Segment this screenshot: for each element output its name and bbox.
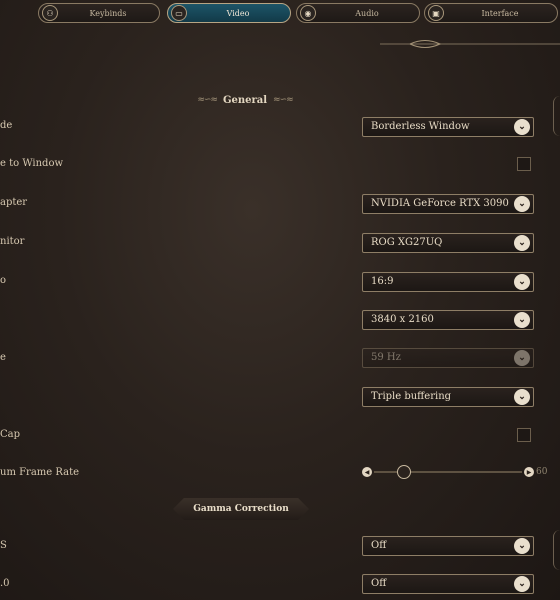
label-aspect: o — [0, 275, 7, 286]
clamp-window-checkbox[interactable] — [517, 157, 531, 171]
chevron-down-icon[interactable]: ⌄ — [514, 119, 530, 135]
chevron-down-icon[interactable]: ⌄ — [514, 538, 530, 554]
label-clamp-window: e to Window — [0, 158, 64, 169]
last-dropdown[interactable]: Off ⌄ — [362, 574, 534, 594]
tab-audio-label: Audio — [355, 8, 379, 18]
tab-interface-label: Interface — [481, 8, 519, 18]
aspect-value: 16:9 — [371, 276, 394, 287]
chevron-down-icon[interactable]: ⌄ — [514, 576, 530, 592]
label-max-frame-rate: um Frame Rate — [0, 467, 80, 478]
frame-cap-checkbox[interactable] — [517, 428, 531, 442]
label-last: .0 — [0, 578, 10, 589]
side-ornament — [553, 530, 560, 570]
chevron-down-icon[interactable]: ⌄ — [514, 350, 530, 366]
gamma-correction-button[interactable]: Gamma Correction — [173, 498, 309, 520]
tab-video-label: Video — [226, 8, 250, 18]
tab-interface[interactable]: ▣ Interface — [424, 3, 558, 23]
tab-video[interactable]: ▭ Video — [167, 3, 291, 23]
flourish-left-icon: ≈∽≈ — [197, 95, 218, 105]
dlss-dropdown[interactable]: Off ⌄ — [362, 536, 534, 556]
adapter-dropdown[interactable]: NVIDIA GeForce RTX 3090 ⌄ — [362, 194, 534, 214]
vsync-value: Triple buffering — [371, 391, 452, 402]
label-refresh: e — [0, 352, 6, 363]
adapter-value: NVIDIA GeForce RTX 3090 — [371, 198, 509, 209]
label-adapter: apter — [0, 197, 28, 208]
max-frame-rate-value: 60 — [536, 467, 548, 477]
label-dlss: S — [0, 540, 7, 551]
settings-tabs: ⚇ Keybinds ▭ Video ◉ Audio ▣ Interface — [0, 0, 560, 28]
gamma-correction-label: Gamma Correction — [193, 504, 289, 514]
label-frame-cap: Cap — [0, 429, 21, 440]
speaker-icon: ◉ — [300, 5, 316, 21]
display-mode-value: Borderless Window — [371, 121, 470, 132]
last-value: Off — [371, 578, 387, 589]
refresh-rate-dropdown[interactable]: 59 Hz ⌄ — [362, 348, 534, 368]
chevron-left-icon[interactable]: ◀ — [362, 467, 372, 477]
chevron-right-icon[interactable]: ▶ — [524, 467, 534, 477]
monitor-dropdown[interactable]: ROG XG27UQ ⌄ — [362, 233, 534, 253]
max-frame-rate-slider[interactable]: ◀ ▶ — [362, 465, 534, 479]
label-monitor: nitor — [0, 236, 25, 247]
dlss-value: Off — [371, 540, 387, 551]
section-header-general: ≈∽≈ General ≈∽≈ — [180, 92, 310, 108]
chevron-down-icon[interactable]: ⌄ — [514, 274, 530, 290]
refresh-value: 59 Hz — [371, 352, 401, 363]
vsync-dropdown[interactable]: Triple buffering ⌄ — [362, 387, 534, 407]
monitor-value: ROG XG27UQ — [371, 237, 443, 248]
gamepad-icon: ⚇ — [42, 5, 58, 21]
tab-keybinds-label: Keybinds — [89, 8, 127, 18]
tab-keybinds[interactable]: ⚇ Keybinds — [38, 3, 160, 23]
slider-thumb[interactable] — [396, 465, 411, 479]
resolution-value: 3840 x 2160 — [371, 314, 434, 325]
monitor-icon: ▭ — [171, 5, 187, 21]
tab-audio[interactable]: ◉ Audio — [296, 3, 420, 23]
chevron-down-icon[interactable]: ⌄ — [514, 389, 530, 405]
display-mode-dropdown[interactable]: Borderless Window ⌄ — [362, 117, 534, 137]
interface-icon: ▣ — [428, 5, 444, 21]
chevron-down-icon[interactable]: ⌄ — [514, 196, 530, 212]
side-ornament — [553, 96, 560, 136]
label-display-mode: de — [0, 120, 13, 131]
ornament-divider — [380, 40, 560, 48]
resolution-dropdown[interactable]: 3840 x 2160 ⌄ — [362, 310, 534, 330]
section-title: General — [222, 94, 268, 106]
chevron-down-icon[interactable]: ⌄ — [514, 235, 530, 251]
flourish-right-icon: ≈∽≈ — [273, 95, 294, 105]
aspect-ratio-dropdown[interactable]: 16:9 ⌄ — [362, 272, 534, 292]
chevron-down-icon[interactable]: ⌄ — [514, 312, 530, 328]
